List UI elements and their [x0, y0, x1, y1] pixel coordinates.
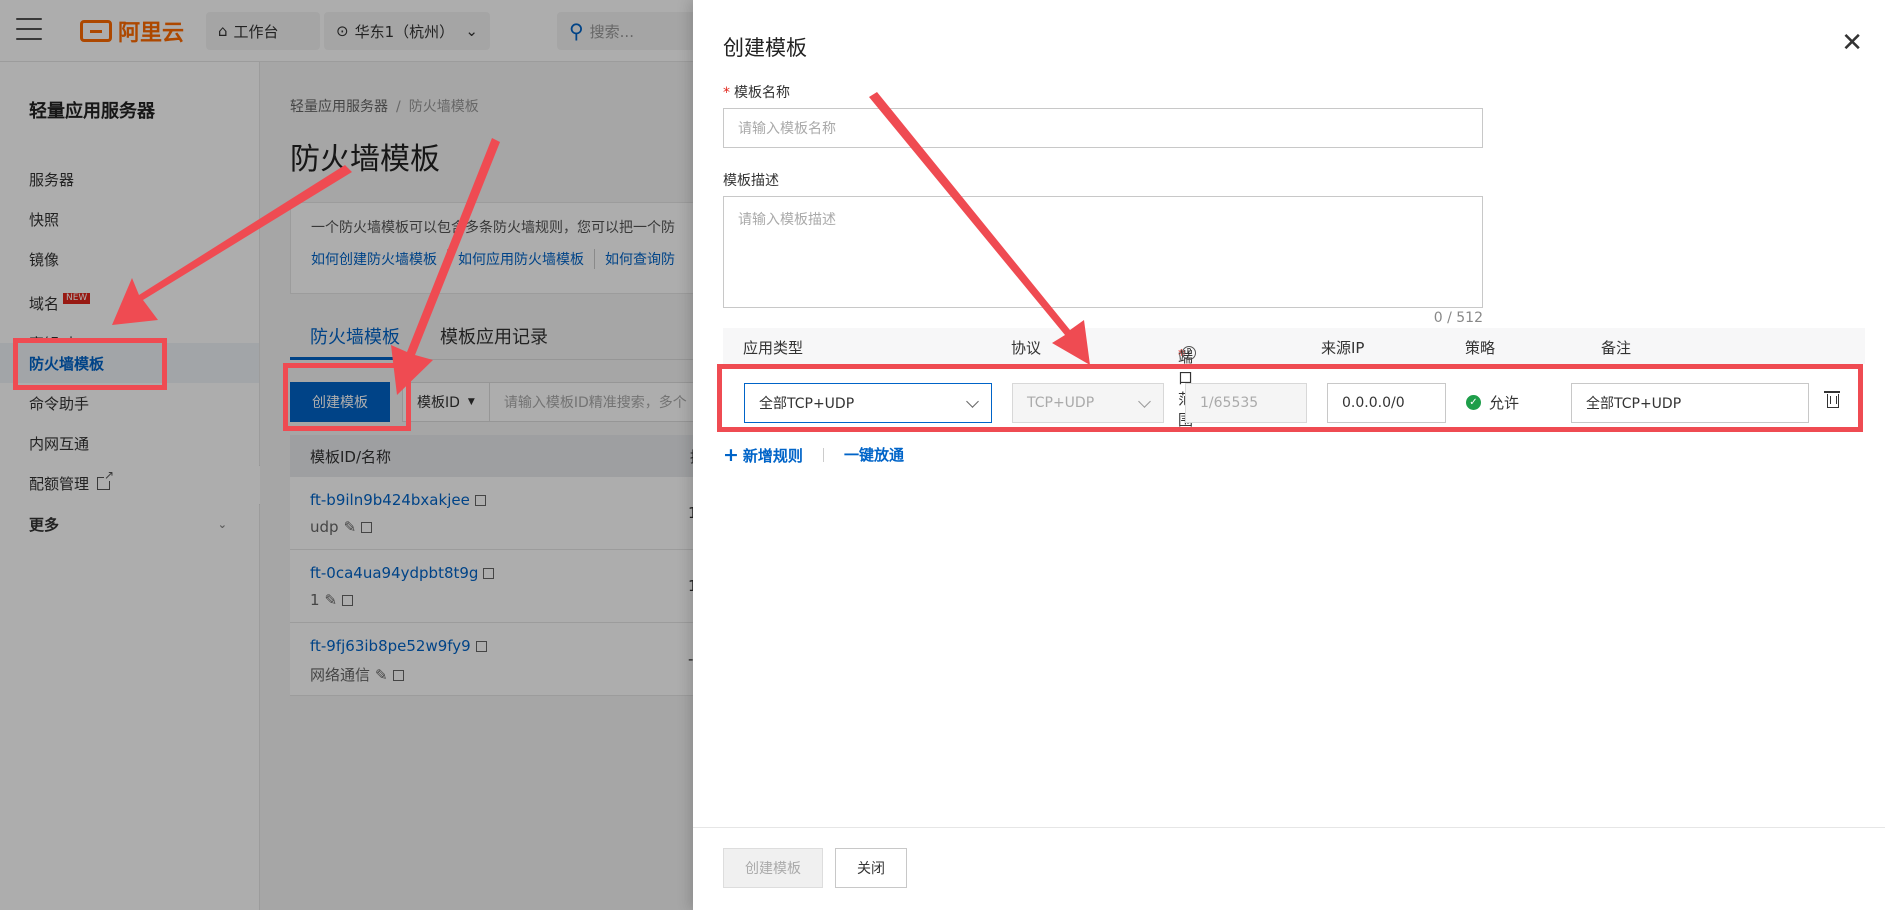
annotation-arrow [391, 138, 500, 395]
annotation-arrow [112, 165, 352, 325]
annotation-arrow [869, 92, 1090, 365]
annotation-arrows [112, 92, 1090, 395]
